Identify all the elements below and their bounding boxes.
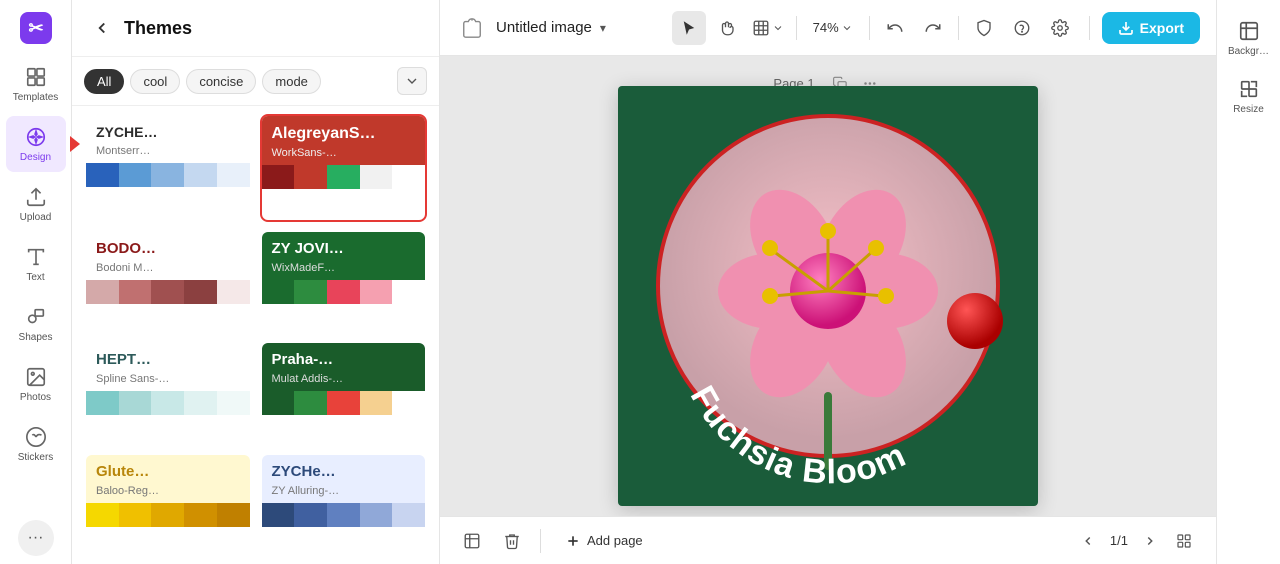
background-label: Backgr… xyxy=(1228,46,1269,58)
sidebar-shapes-label: Shapes xyxy=(19,332,53,343)
divider-1 xyxy=(796,16,797,40)
zoom-control[interactable]: 74% xyxy=(805,11,861,45)
back-button[interactable] xyxy=(88,14,116,42)
doc-icon xyxy=(456,12,488,44)
sidebar-item-text[interactable]: Text xyxy=(6,236,66,292)
filter-bar: All cool concise mode xyxy=(72,57,439,106)
sidebar-item-upload[interactable]: Upload xyxy=(6,176,66,232)
frame-tool-button[interactable] xyxy=(748,11,788,45)
export-button[interactable]: Export xyxy=(1102,12,1200,44)
themes-grid: ZYCHE… Montserr… AlegreyanS… WorkSans-… xyxy=(72,106,439,564)
redo-button[interactable] xyxy=(916,11,950,45)
active-indicator-arrow xyxy=(70,136,80,152)
right-panel-background[interactable]: Backgr… xyxy=(1221,12,1277,66)
sidebar-templates-label: Templates xyxy=(13,92,59,103)
theme-card-t2[interactable]: AlegreyanS… WorkSans-… xyxy=(260,114,428,222)
zoom-value: 74% xyxy=(813,20,839,35)
bottom-bar: Add page 1/1 xyxy=(440,516,1216,564)
sidebar-design-label: Design xyxy=(20,152,51,163)
canvas-card[interactable]: Fuchsia Bloom xyxy=(618,86,1038,506)
app-logo[interactable]: ✂ xyxy=(16,8,56,48)
filter-all[interactable]: All xyxy=(84,69,124,94)
next-page-button[interactable] xyxy=(1136,527,1164,555)
topbar-tools: 74% xyxy=(672,11,1077,45)
filter-concise[interactable]: concise xyxy=(186,69,256,94)
theme-card-t6[interactable]: Praha-… Mulat Addis-… xyxy=(260,341,428,445)
undo-button[interactable] xyxy=(878,11,912,45)
sidebar-item-stickers[interactable]: Stickers xyxy=(6,416,66,472)
divider-3 xyxy=(958,16,959,40)
shield-button[interactable] xyxy=(967,11,1001,45)
help-button[interactable] xyxy=(1005,11,1039,45)
add-page-button[interactable]: Add page xyxy=(553,527,655,555)
canvas-content: Fuchsia Bloom xyxy=(618,86,1038,506)
divider-4 xyxy=(1089,16,1090,40)
bottom-divider-1 xyxy=(540,529,541,553)
editor-area: Untitled image ▾ 74% xyxy=(440,0,1216,564)
sidebar-stickers-label: Stickers xyxy=(18,452,54,463)
sidebar-text-label: Text xyxy=(26,272,44,283)
more-icon: ··· xyxy=(28,529,44,547)
doc-title[interactable]: Untitled image xyxy=(496,19,592,36)
settings-button[interactable] xyxy=(1043,11,1077,45)
export-label: Export xyxy=(1140,20,1184,36)
sidebar-item-photos[interactable]: Photos xyxy=(6,356,66,412)
sidebar-more-button[interactable]: ··· xyxy=(18,520,54,556)
divider-2 xyxy=(869,16,870,40)
resize-label: Resize xyxy=(1233,104,1264,116)
theme-card-t1[interactable]: ZYCHE… Montserr… xyxy=(84,114,252,194)
sidebar-photos-label: Photos xyxy=(20,392,51,403)
sidebar-item-design[interactable]: Design xyxy=(6,116,66,172)
sidebar-left: ✂ Templates Design Upload xyxy=(0,0,72,564)
select-tool-button[interactable] xyxy=(672,11,706,45)
expand-button[interactable] xyxy=(1168,525,1200,557)
page-counter: 1/1 xyxy=(1106,533,1132,548)
filter-cool[interactable]: cool xyxy=(130,69,180,94)
filter-more-button[interactable] xyxy=(397,67,427,95)
svg-text:✂: ✂ xyxy=(28,18,43,38)
theme-card-t3[interactable]: BODO… Bodoni M… xyxy=(84,230,252,334)
editor-topbar: Untitled image ▾ 74% xyxy=(440,0,1216,56)
doc-title-chevron[interactable]: ▾ xyxy=(600,21,606,35)
theme-card-t4[interactable]: ZY JOVI… WixMadeF… xyxy=(260,230,428,334)
add-page-icon-button[interactable] xyxy=(456,525,488,557)
theme-card-t5[interactable]: HEPT… Spline Sans-… xyxy=(84,341,252,445)
right-panel: Backgr… Resize xyxy=(1216,0,1280,564)
filter-mode[interactable]: mode xyxy=(262,69,321,94)
sidebar-item-templates[interactable]: Templates xyxy=(6,56,66,112)
right-panel-resize[interactable]: Resize xyxy=(1221,70,1277,124)
theme-card-t7[interactable]: Glute… Baloo-Reg… xyxy=(84,453,252,557)
add-page-label: Add page xyxy=(587,533,643,548)
sidebar-upload-label: Upload xyxy=(20,212,52,223)
sidebar-item-shapes[interactable]: Shapes xyxy=(6,296,66,352)
themes-title: Themes xyxy=(124,18,192,39)
canvas-area: Page 1 xyxy=(440,56,1216,516)
themes-panel: Themes All cool concise mode ZYCHE… Mont… xyxy=(72,0,440,564)
hand-tool-button[interactable] xyxy=(710,11,744,45)
delete-page-button[interactable] xyxy=(496,525,528,557)
page-navigation: 1/1 xyxy=(1074,525,1200,557)
prev-page-button[interactable] xyxy=(1074,527,1102,555)
themes-header: Themes xyxy=(72,0,439,57)
theme-card-t8[interactable]: ZYCHe… ZY Alluring-… xyxy=(260,453,428,557)
